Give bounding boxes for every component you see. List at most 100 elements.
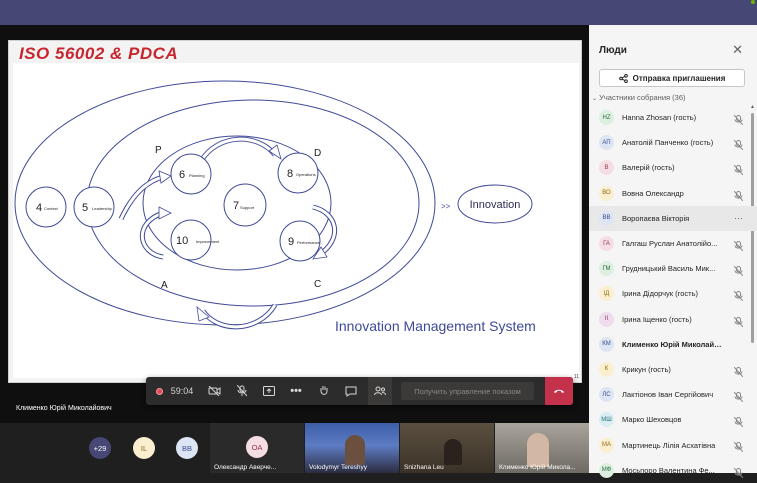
avatar: К [599,361,614,377]
mic-muted-icon [733,188,744,206]
slide-page-number: 11 [573,374,579,380]
participant-name: Галгаш Руслан Анатолійо... [622,239,718,249]
svg-text:8: 8 [287,168,293,180]
participant-row[interactable]: ГА Галгаш Руслан Анатолійо... [589,231,757,256]
participant-row[interactable]: ВВ Воропаєва Вікторія ··· [589,205,757,231]
participant-name: Марко Шеховцов [622,415,682,425]
tile-name: Олександр Аверче... [214,464,277,471]
avatar: КМ [599,336,614,352]
participant-row[interactable]: ЛС Лактіонов Іван Сергійович [589,382,757,407]
participant-bubble-bb[interactable]: BB [176,437,198,459]
avatar: ГМ [599,261,614,277]
node-planning: 6 Planning [170,153,212,195]
participant-row[interactable]: АП Анатолій Панченко (гость) [589,130,757,155]
ellipsis-icon: ••• [290,385,302,397]
participant-name: Мосьпоро Валентина Фе... [622,465,715,475]
participant-row[interactable]: ВО Вовна Олександр [589,181,757,206]
mic-muted-icon [733,263,744,281]
arrow-to-innovation: >> [441,202,451,211]
avatar: МШ [599,412,614,428]
participant-name: Лактіонов Іван Сергійович [622,390,714,400]
participant-name: Hanna Zhosan (гость) [622,113,697,123]
send-invite-button[interactable]: Отправка приглашения [599,69,745,87]
participant-row[interactable]: МФ Мосьпоро Валентина Фе... [589,458,757,483]
close-icon[interactable]: ✕ [732,43,743,56]
participants-section-header[interactable]: ⌄ Участники собрания (36) [592,93,686,102]
node-support: 7 Support [223,183,267,227]
participant-row[interactable]: ГМ Грудницький Василь Мик... [589,256,757,281]
participant-row[interactable]: HZ Hanna Zhosan (гость) [589,105,757,130]
participant-row[interactable]: В Валерій (гость) [589,155,757,180]
mic-muted-icon [733,439,744,457]
tile-name: Snizhana Leu [404,464,444,471]
avatar: ІІ [599,311,614,327]
letter-d: D [314,148,321,159]
people-icon [374,386,386,396]
node-context: 4 Context [25,186,67,228]
participants-section-label: Участники собрания (36) [599,93,686,102]
mic-muted-icon [733,465,744,483]
share-screen-button[interactable] [259,377,279,405]
avatar: ВО [599,185,614,201]
more-options-icon[interactable]: ··· [734,213,743,223]
node-performance: 9 Performance [279,220,321,262]
participant-row[interactable]: ІД Ірина Дідорчук (гость) [589,281,757,306]
participant-name: Ірина Дідорчук (гость) [622,289,698,299]
video-tile-oa[interactable]: OA Олександр Аверче... [210,423,304,473]
participant-bubble-il[interactable]: IL [133,437,155,459]
person-silhouette [345,435,365,465]
chevron-down-icon: ⌄ [592,96,598,102]
participant-name: Грудницький Василь Мик... [622,264,716,274]
meeting-timer: 59:04 [170,386,194,396]
innovation-label: Innovation [470,199,521,211]
person-silhouette [444,439,462,465]
svg-text:Improvement: Improvement [196,239,220,244]
people-button[interactable] [368,377,392,405]
node-improvement: 10 Improvement [170,219,220,261]
svg-text:9: 9 [288,236,294,248]
raise-hand-button[interactable] [314,377,334,405]
participant-name: Ірина Іщенко (гость) [622,314,692,324]
avatar: ГА [599,236,614,252]
participant-row[interactable]: КМ Клименко Юрій Миколайович [589,332,757,357]
avatar: АП [599,135,614,151]
mic-muted-icon [733,364,744,382]
svg-text:Context: Context [44,206,59,211]
video-tile-klymenko[interactable]: Клименко Юрій Микола... [495,423,589,473]
participant-row[interactable]: ІІ Ірина Іщенко (гость) [589,307,757,332]
mic-muted-icon [733,137,744,155]
status-dot [751,0,755,4]
mic-off-icon [237,385,247,397]
avatar: МФ [599,462,614,478]
camera-off-icon [208,386,220,396]
chat-button[interactable] [341,377,361,405]
svg-text:Leadership: Leadership [92,206,113,211]
tile-name: Клименко Юрій Микола... [499,464,576,471]
more-actions-button[interactable]: ••• [286,377,306,405]
shared-slide: ISO 56002 & PDCA >> Innovation 4 Context… [8,40,582,383]
mute-toggle-button[interactable] [232,377,252,405]
svg-text:Support: Support [240,205,255,210]
participant-name: Крикун (гость) [622,364,671,374]
people-panel: Люди ✕ Отправка приглашения ⌄ Участники … [589,25,757,478]
slide-subtitle: Innovation Management System [335,318,536,334]
svg-text:10: 10 [176,235,188,247]
more-participants-badge[interactable]: +29 [89,437,111,459]
participant-row[interactable]: МА Мартинець Лілія Асхатівна [589,432,757,457]
presenter-name: Клименко Юрій Миколайович [16,405,112,412]
hang-up-button[interactable] [545,377,573,405]
svg-text:4: 4 [36,202,42,214]
node-leadership: 5 Leadership [73,186,115,228]
mic-muted-icon [733,389,744,407]
letter-a: A [161,280,168,291]
slide-title: ISO 56002 & PDCA [19,44,179,63]
mic-muted-icon [733,162,744,180]
panel-title: Люди [599,45,627,56]
video-tile-volodymyr[interactable]: Volodymyr Tereshyy [305,423,399,473]
letter-c: C [314,279,321,290]
camera-toggle-button[interactable] [204,377,224,405]
participant-row[interactable]: К Крикун (гость) [589,357,757,382]
video-tile-snizhana[interactable]: Snizhana Leu [400,423,494,473]
request-control-button[interactable]: Получить управление показом [401,382,534,400]
participant-row[interactable]: МШ Марко Шеховцов [589,407,757,432]
